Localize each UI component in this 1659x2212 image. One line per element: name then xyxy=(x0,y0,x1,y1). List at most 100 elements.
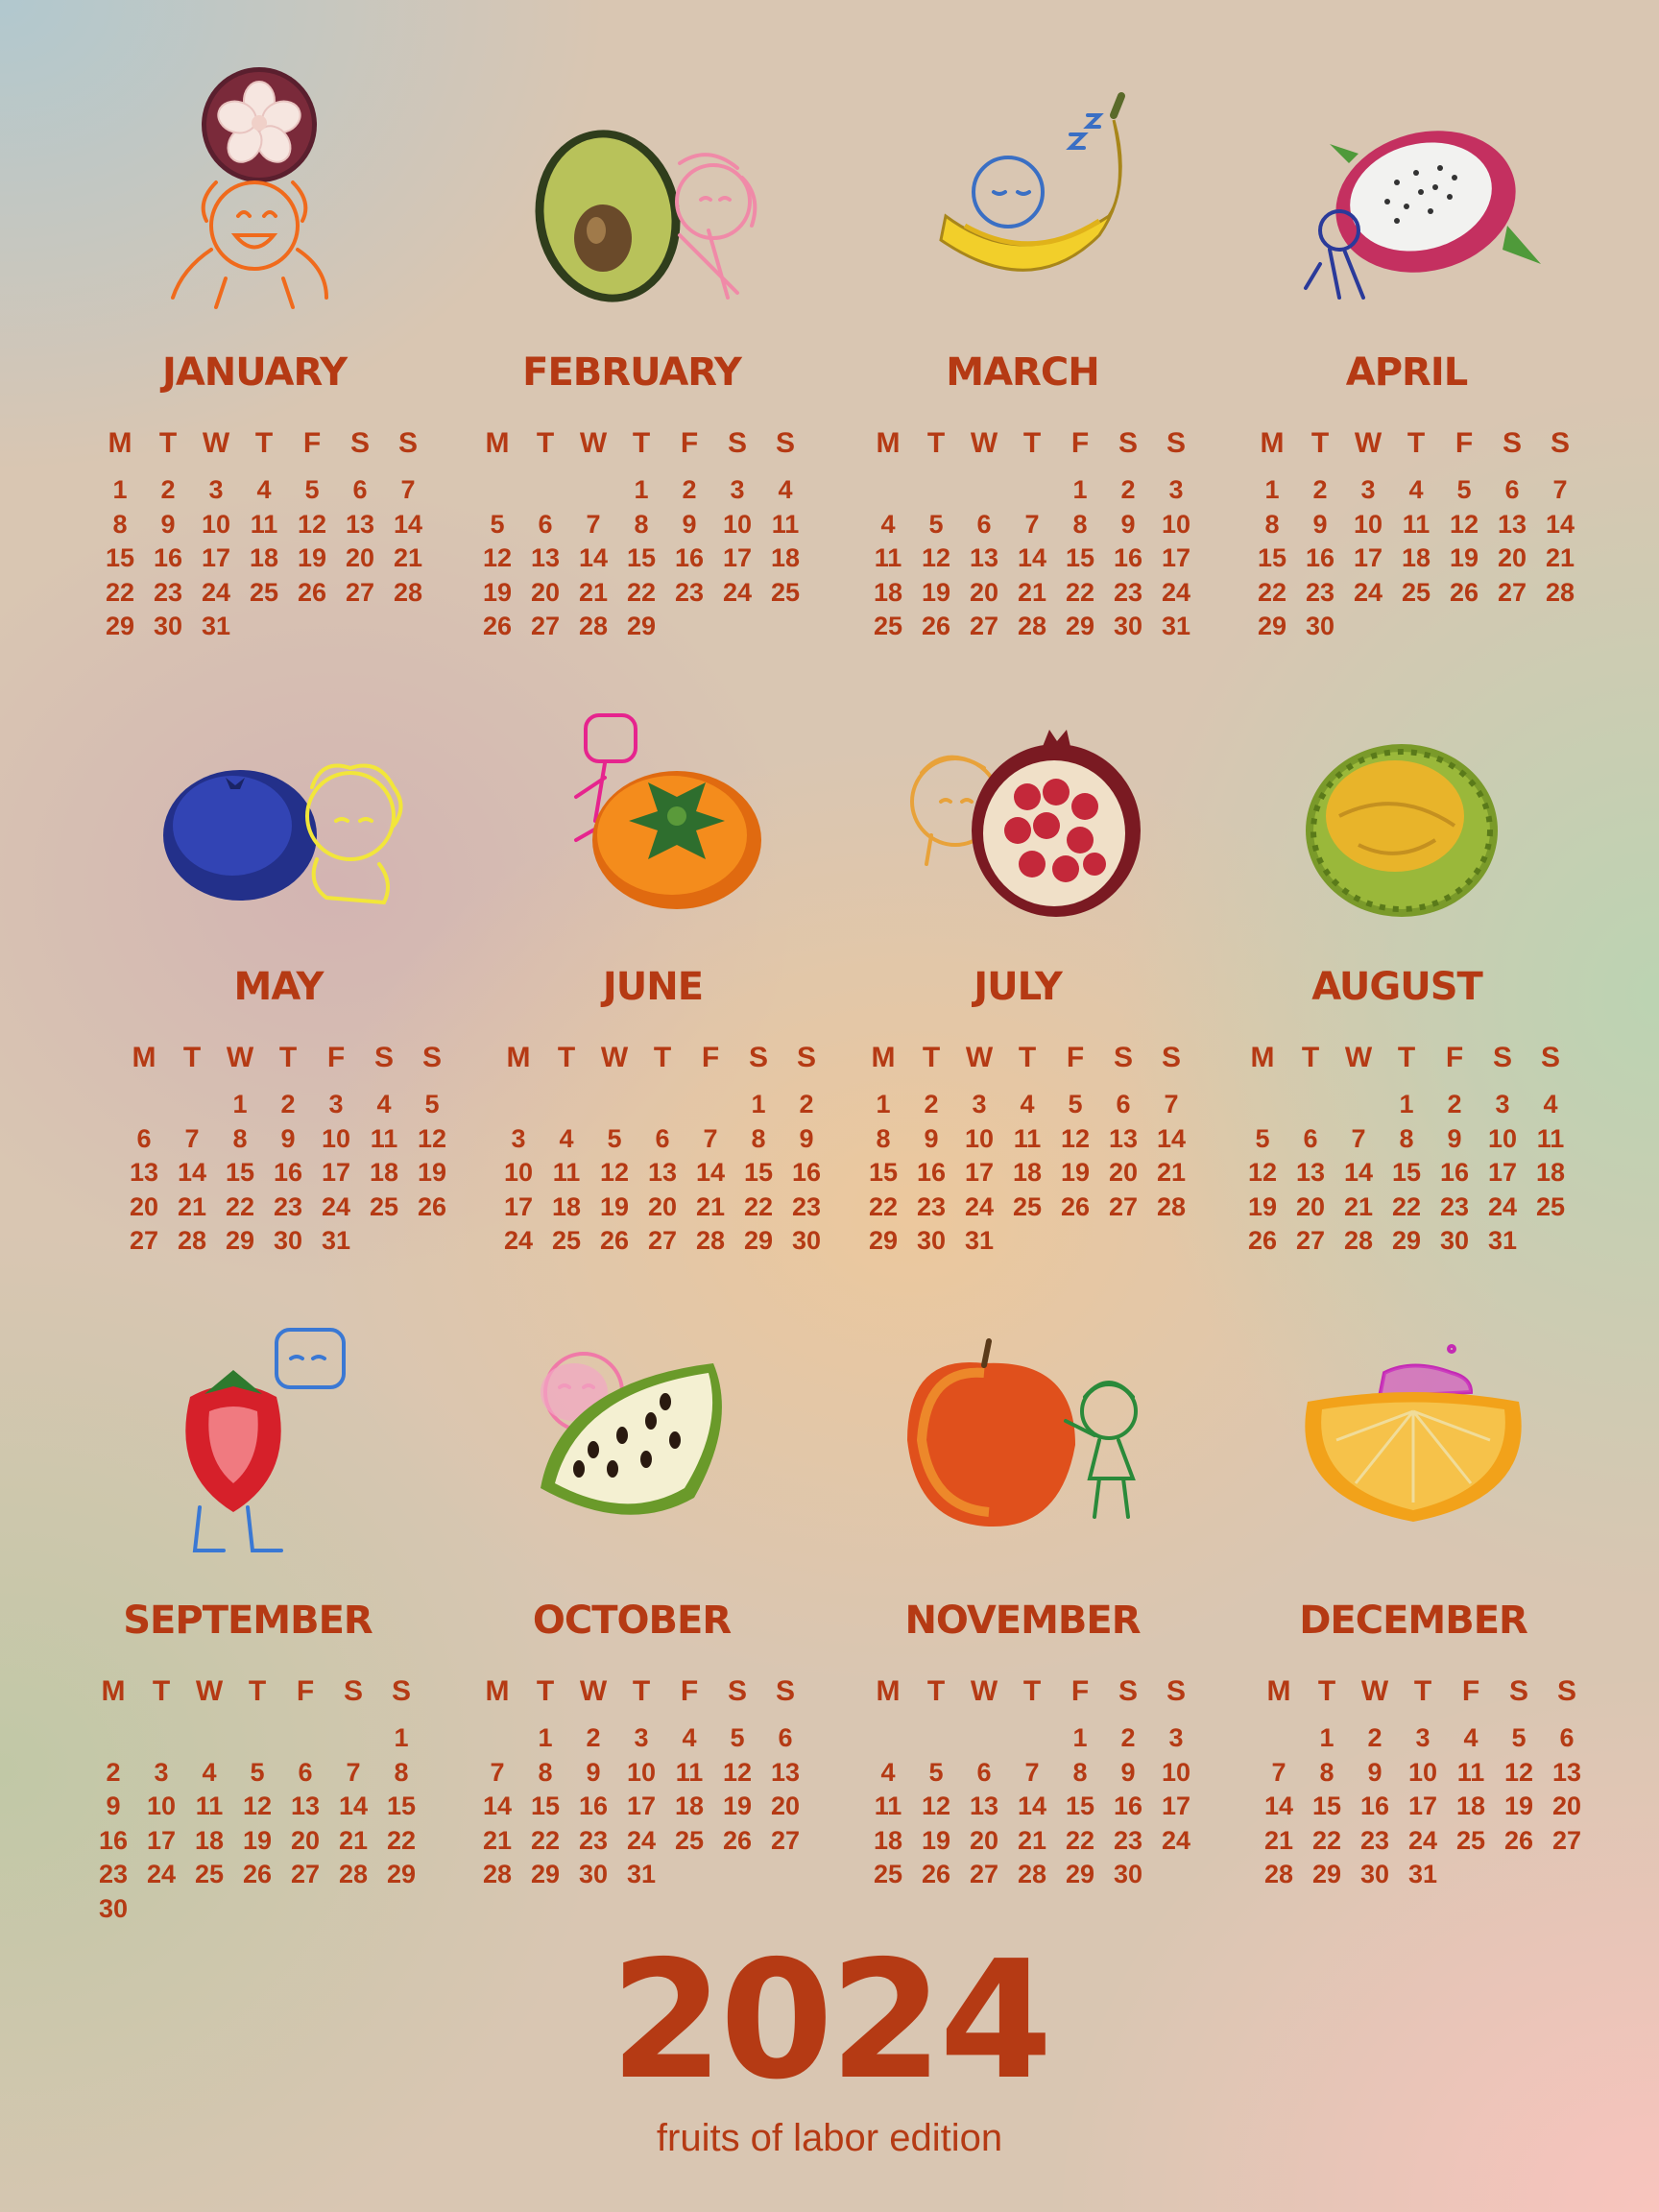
day-cell: 24 xyxy=(1407,1825,1438,1855)
day-cell: 13 xyxy=(1497,509,1527,539)
weekday-header-row: MTWTFSS xyxy=(473,427,809,473)
day-cell: 22 xyxy=(225,1191,255,1221)
day-cell: 22 xyxy=(626,577,657,607)
weekday-header-row: MTWTFSS xyxy=(494,1042,830,1088)
day-cell: 19 xyxy=(921,1825,951,1855)
weekday-header: S xyxy=(796,1042,816,1073)
day-cell: 22 xyxy=(1311,1825,1342,1855)
week-row: 2 3 4 5 6 7 8 xyxy=(89,1756,425,1791)
weekday-header: M xyxy=(485,427,510,459)
empty-cell xyxy=(1008,1721,1056,1756)
day-cell: 2 xyxy=(160,475,176,504)
week-row: 23 24 25 26 27 28 29 xyxy=(89,1858,425,1892)
day-cell: 30 xyxy=(153,612,183,640)
day-cell: 15 xyxy=(1311,1791,1342,1820)
week-row: 22 23 24 25 26 27 28 xyxy=(96,576,432,611)
blueberry-icon xyxy=(163,763,403,905)
weekday-header: W xyxy=(579,427,608,459)
day-cell: 18 xyxy=(674,1791,705,1820)
day-cell: 30 xyxy=(273,1226,303,1255)
week-row: 4 5 6 7 8 9 10 xyxy=(864,508,1200,542)
day-cell: 24 xyxy=(1487,1191,1518,1221)
persimmon-icon xyxy=(574,713,761,909)
day-cell: 25 xyxy=(249,577,279,607)
day-cell: 21 xyxy=(393,543,423,572)
day-cell: 25 xyxy=(1401,577,1431,607)
day-cell: 11 xyxy=(1456,1757,1485,1787)
day-cell: 14 xyxy=(1343,1158,1374,1187)
day-cell: 1 xyxy=(1264,475,1280,504)
day-cell: 3 xyxy=(634,1723,649,1752)
weekday-header: T xyxy=(632,1675,651,1707)
day-cell: 9 xyxy=(1367,1757,1382,1787)
day-cell: 2 xyxy=(586,1723,601,1752)
day-cell: 24 xyxy=(626,1825,657,1855)
day-cell: 16 xyxy=(1113,1791,1143,1820)
day-cell: 22 xyxy=(386,1825,417,1855)
empty-cell xyxy=(569,473,617,508)
day-cell: 4 xyxy=(559,1123,574,1153)
day-cell: 10 xyxy=(1487,1123,1518,1153)
weekday-header-row: MTWTFSS xyxy=(864,1675,1200,1721)
day-cell: 20 xyxy=(129,1191,159,1221)
day-cell: 14 xyxy=(695,1158,726,1187)
day-cell: 9 xyxy=(1120,1757,1136,1787)
day-cell: 27 xyxy=(530,612,561,640)
empty-cell xyxy=(168,1088,216,1122)
weekday-header: F xyxy=(680,427,699,459)
day-cell: 30 xyxy=(578,1860,609,1888)
day-cell: 25 xyxy=(369,1191,399,1221)
weekday-header: F xyxy=(680,1675,699,1707)
day-cell: 7 xyxy=(1024,509,1040,539)
day-cell: 12 xyxy=(482,543,513,572)
empty-cell xyxy=(1334,1088,1382,1122)
week-row: 22 23 24 25 26 27 28 xyxy=(859,1190,1195,1225)
week-row: 1 2 3 4 xyxy=(473,473,809,508)
day-cell: 21 xyxy=(1263,1825,1294,1855)
week-row: 1 xyxy=(89,1721,425,1756)
weekday-header: S xyxy=(1540,1042,1560,1073)
empty-cell xyxy=(185,1721,233,1756)
month-grid: M T W T F S S 1 2 3 4 5 6 7 8 9 10 11 12 13 14 15 16 17 18 19 20 21… xyxy=(494,1042,830,1259)
weekday-header: S xyxy=(748,1042,768,1073)
day-cell: 3 xyxy=(1495,1090,1510,1118)
week-row: 14 15 16 17 18 19 20 xyxy=(1255,1790,1591,1824)
day-cell: 13 xyxy=(530,543,561,572)
day-cell: 12 xyxy=(1503,1757,1534,1787)
day-cell: 31 xyxy=(626,1860,657,1888)
day-cell: 11 xyxy=(552,1158,581,1187)
day-cell: 7 xyxy=(400,475,416,504)
day-cell: 28 xyxy=(177,1226,207,1255)
week-row: 29 30 xyxy=(1248,610,1584,644)
day-cell: 26 xyxy=(1503,1825,1534,1855)
week-row: 5 6 7 8 9 10 11 xyxy=(1238,1122,1575,1157)
day-cell: 10 xyxy=(1407,1757,1438,1787)
day-cell: 30 xyxy=(1359,1860,1390,1888)
weekday-header: S xyxy=(349,427,370,459)
day-cell: 4 xyxy=(1543,1090,1558,1118)
empty-cell xyxy=(89,1721,137,1756)
weekday-header: T xyxy=(653,1042,672,1073)
week-row: 4 5 6 7 8 9 10 xyxy=(864,1756,1200,1791)
day-cell: 1 xyxy=(1072,1723,1088,1752)
subtitle: fruits of labor edition xyxy=(656,2117,1003,2159)
month-name: MARCH xyxy=(946,350,1099,395)
day-cell: 1 xyxy=(634,475,649,504)
weekday-header-row: MTWTFSS xyxy=(1255,1675,1591,1721)
day-cell: 7 xyxy=(184,1123,200,1153)
avocado-icon xyxy=(535,130,757,302)
weekday-header: M xyxy=(876,1675,901,1707)
day-cell: 7 xyxy=(1271,1757,1286,1787)
day-cell: 17 xyxy=(321,1158,351,1187)
day-cell: 19 xyxy=(1449,543,1479,572)
weekday-header: T xyxy=(248,1675,267,1707)
week-row: 21 22 23 24 25 26 27 xyxy=(473,1824,809,1859)
day-cell: 31 xyxy=(964,1226,995,1255)
day-cell: 28 xyxy=(482,1860,513,1888)
day-cell: 13 xyxy=(1108,1123,1139,1153)
month-grid: M T W T F S S 1 2 3 4 5 6 7 8 9 10 11 12 13 14 15 16 17 18 19 20 21… xyxy=(120,1042,456,1259)
day-cell: 15 xyxy=(530,1791,561,1820)
day-cell: 25 xyxy=(194,1860,225,1888)
day-cell: 20 xyxy=(345,543,375,572)
day-cell: 13 xyxy=(345,509,375,539)
